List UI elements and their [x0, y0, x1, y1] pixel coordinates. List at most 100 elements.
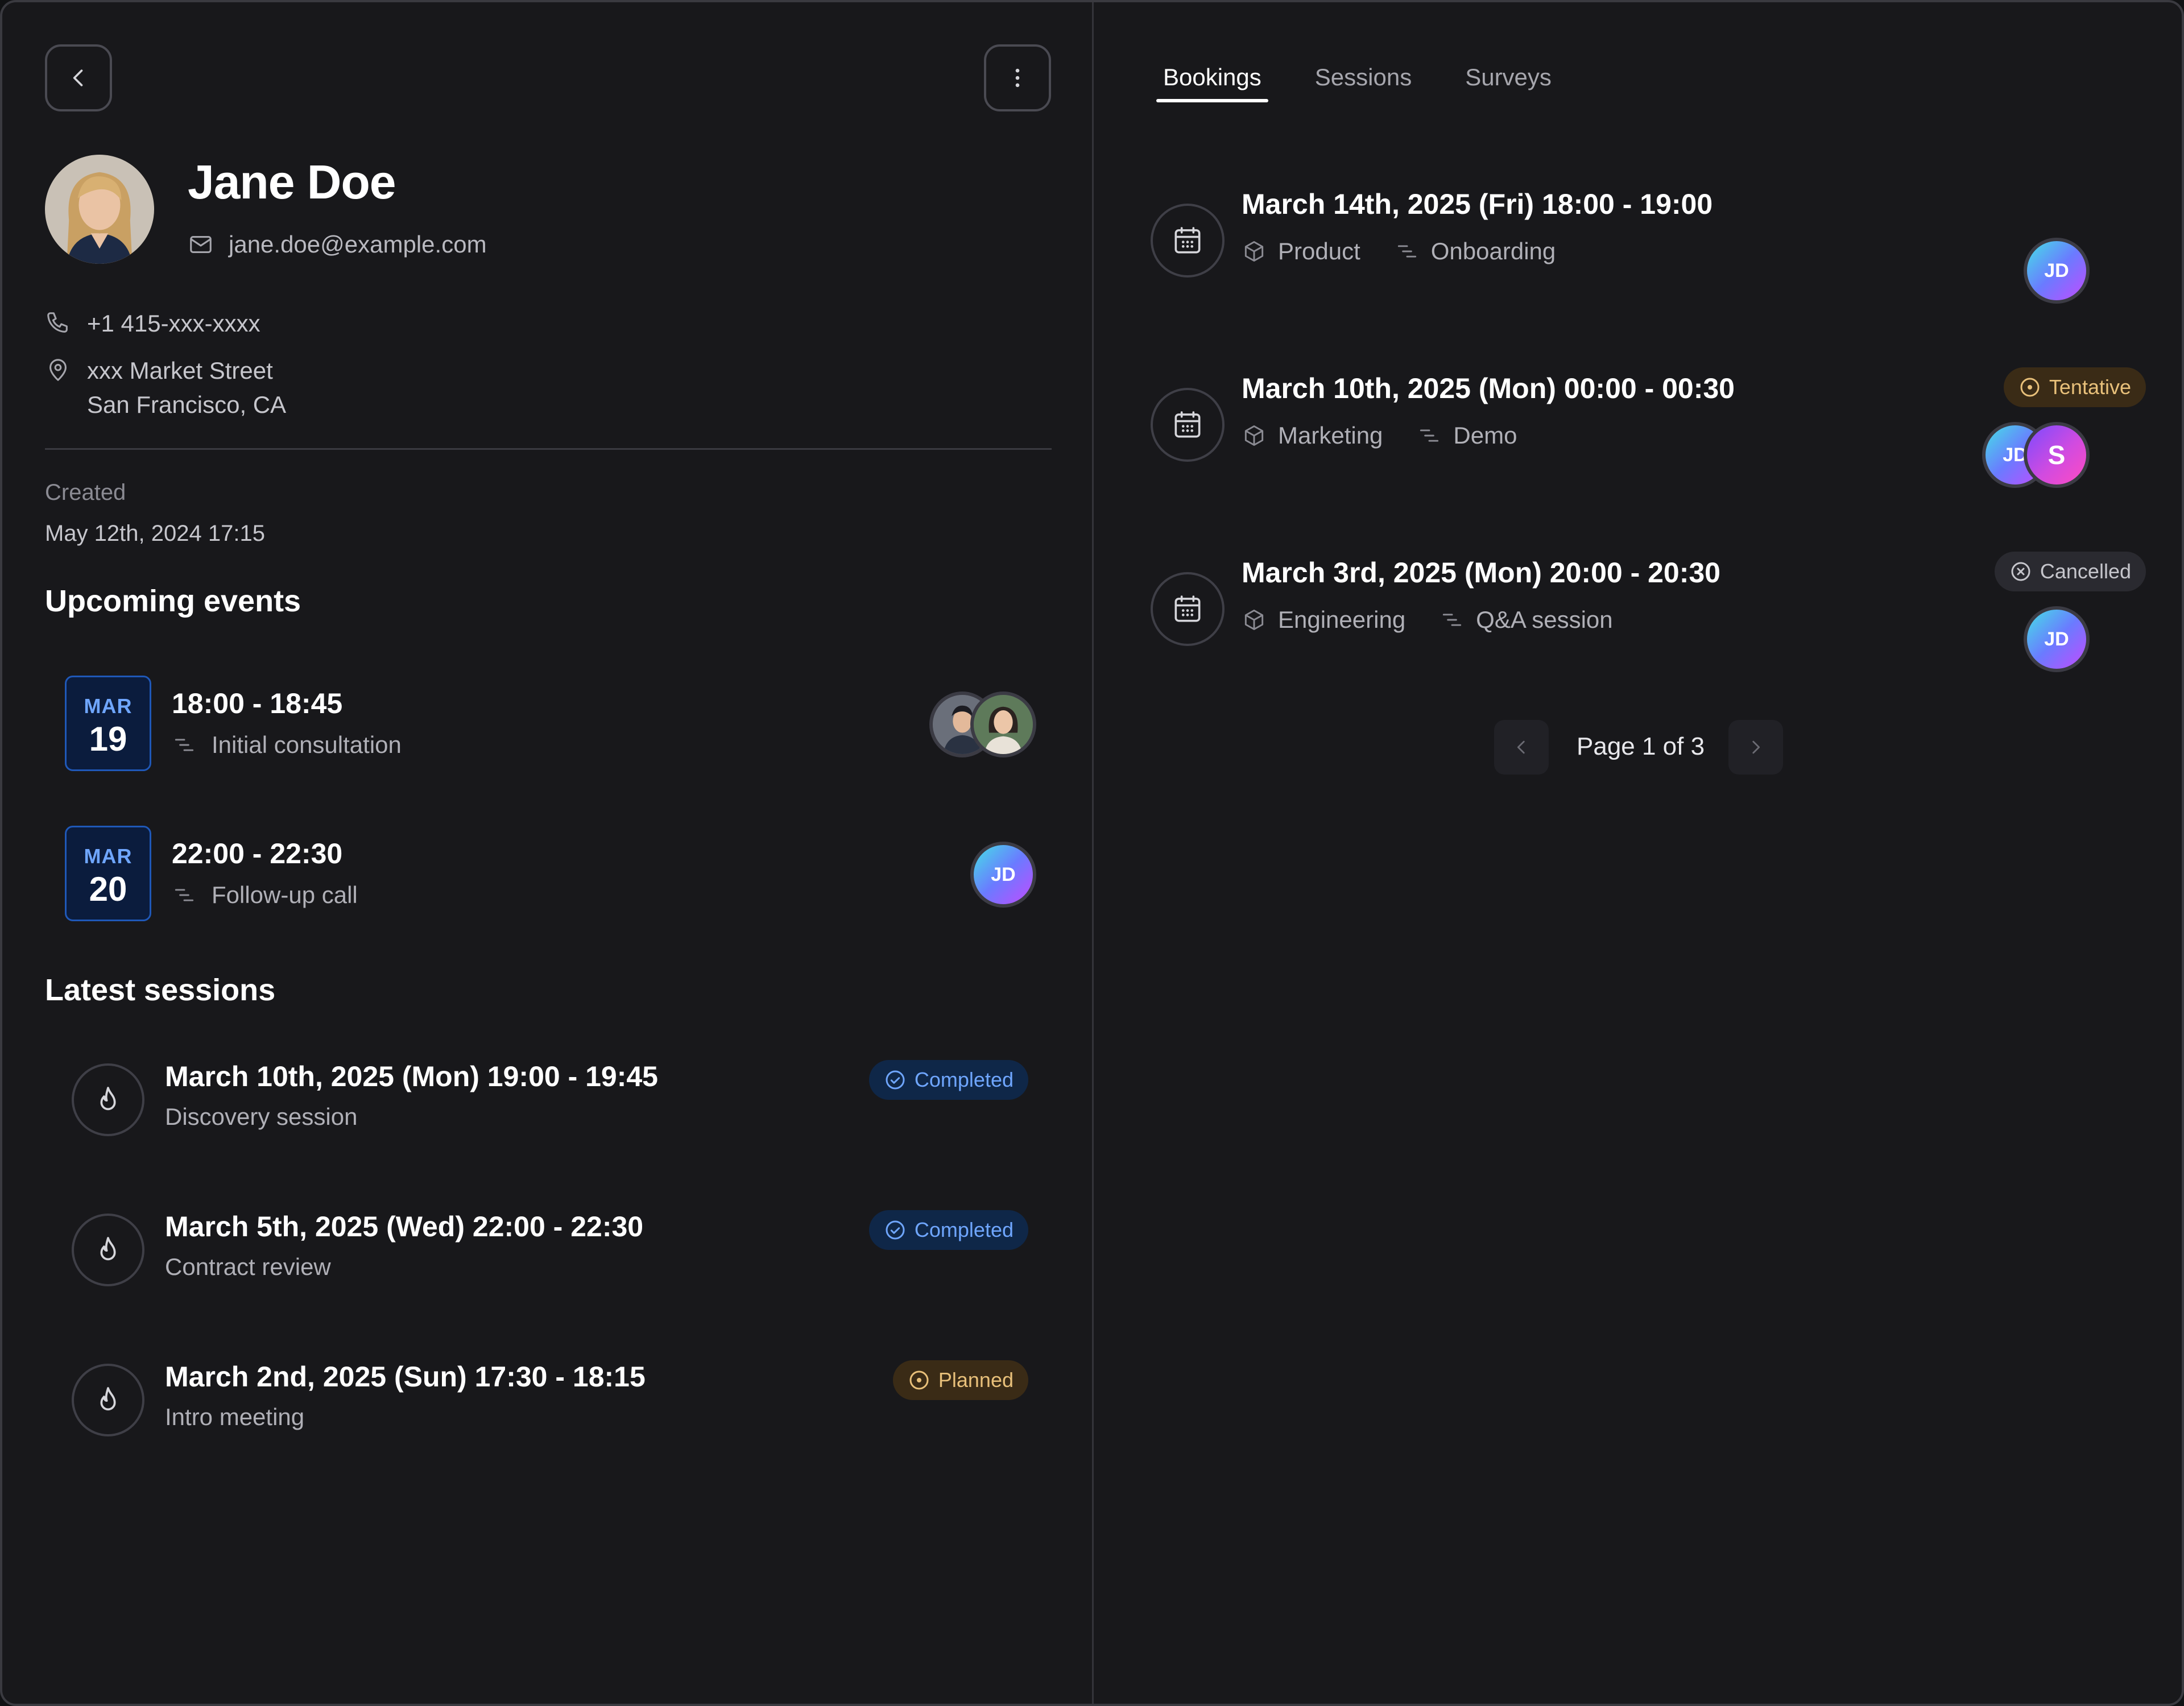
session-item[interactable]: March 5th, 2025 (Wed) 22:00 - 22:30 Cont… — [72, 1191, 1028, 1299]
booking-item[interactable]: March 10th, 2025 (Mon) 00:00 - 00:30 Mar… — [1151, 361, 2152, 488]
next-page-button[interactable] — [1728, 720, 1783, 775]
package-icon — [1244, 610, 1264, 630]
profile-name: Jane Doe — [188, 155, 396, 209]
more-options-button[interactable] — [984, 44, 1051, 111]
booking-title: March 3rd, 2025 (Mon) 20:00 - 20:30 — [1242, 557, 1720, 589]
status-text: Cancelled — [2040, 560, 2131, 583]
tab-surveys[interactable]: Surveys — [1458, 57, 1558, 102]
email-row: jane.doe@example.com — [188, 231, 487, 258]
session-description: Discovery session — [165, 1103, 358, 1130]
more-vertical-icon — [1015, 68, 1020, 88]
booking-item[interactable]: March 14th, 2025 (Fri) 18:00 - 19:00 Pro… — [1151, 176, 2152, 304]
address-line-2: San Francisco, CA — [87, 391, 287, 418]
event-subtitle: Initial consultation — [172, 731, 402, 759]
session-title: March 2nd, 2025 (Sun) 17:30 - 18:15 — [165, 1361, 646, 1393]
chevron-left-icon — [1517, 740, 1525, 754]
event-day: 19 — [89, 720, 127, 758]
booking-item[interactable]: March 3rd, 2025 (Mon) 20:00 - 20:30 Engi… — [1151, 545, 2152, 672]
event-time: 22:00 - 22:30 — [172, 838, 343, 869]
upcoming-events-title: Upcoming events — [45, 584, 301, 618]
phone-text[interactable]: +1 415-xxx-xxxx — [87, 307, 260, 341]
tab-sessions[interactable]: Sessions — [1308, 57, 1418, 102]
activity-panel: Bookings Sessions Surveys March 14th, 20… — [1094, 2, 2182, 1704]
mail-icon — [190, 236, 212, 253]
status-badge: Completed — [868, 1210, 1028, 1250]
profile-panel: Jane Doe jane.doe@example.com +1 415-xxx… — [2, 2, 1093, 1704]
booking-icon-circle — [1151, 572, 1225, 646]
booking-meta: Marketing Demo — [1242, 422, 1517, 449]
dot-circle-icon — [2020, 378, 2040, 397]
event-time: 18:00 - 18:45 — [172, 688, 343, 719]
package-icon — [1244, 241, 1264, 262]
tab-bar: Bookings Sessions Surveys — [1156, 57, 1598, 102]
booking-team: Marketing — [1278, 422, 1383, 449]
event-name: Initial consultation — [212, 731, 402, 758]
calendar-icon — [1174, 595, 1201, 622]
back-button[interactable] — [45, 44, 112, 111]
attendee-avatar[interactable]: JD — [970, 842, 1036, 908]
session-item[interactable]: March 10th, 2025 (Mon) 19:00 - 19:45 Dis… — [72, 1041, 1028, 1149]
pagination: Page 1 of 3 — [1494, 720, 1783, 776]
list-icon — [175, 739, 194, 751]
booking-type: Onboarding — [1430, 238, 1556, 264]
status-text: Completed — [914, 1068, 1014, 1091]
address-line-1: xxx Market Street — [87, 357, 273, 384]
session-icon-circle — [72, 1364, 144, 1436]
page-indicator: Page 1 of 3 — [1577, 732, 1705, 760]
flame-icon — [100, 1387, 116, 1411]
session-title: March 5th, 2025 (Wed) 22:00 - 22:30 — [165, 1211, 644, 1243]
status-badge: Tentative — [2003, 367, 2146, 407]
event-subtitle: Follow-up call — [172, 881, 358, 909]
address-row: xxx Market Street San Francisco, CA — [45, 354, 286, 422]
session-description: Contract review — [165, 1253, 331, 1280]
dot-circle-icon — [909, 1370, 929, 1390]
status-text: Tentative — [2049, 375, 2131, 399]
check-circle-icon — [886, 1070, 905, 1090]
list-icon — [1420, 429, 1439, 442]
phone-icon — [47, 312, 68, 333]
attendee-avatar[interactable] — [970, 691, 1036, 757]
previous-page-button[interactable] — [1494, 720, 1549, 775]
section-divider — [45, 448, 1052, 450]
flame-icon — [100, 1087, 116, 1111]
latest-sessions-title: Latest sessions — [45, 973, 276, 1007]
session-icon-circle — [72, 1214, 144, 1286]
tab-bookings[interactable]: Bookings — [1156, 57, 1268, 102]
email-text[interactable]: jane.doe@example.com — [229, 231, 487, 258]
event-month: MAR — [84, 844, 133, 868]
flame-icon — [100, 1237, 116, 1261]
status-text: Completed — [914, 1218, 1014, 1241]
event-name: Follow-up call — [212, 881, 358, 908]
calendar-icon — [1174, 227, 1201, 254]
list-icon — [175, 889, 194, 901]
created-label: Created — [45, 480, 126, 505]
upcoming-event-item[interactable]: MAR 19 18:00 - 18:45 Initial consultatio… — [65, 676, 1043, 772]
booking-meta: Product Onboarding — [1242, 238, 1556, 265]
attendee-avatar[interactable]: S — [2024, 422, 2090, 488]
booking-title: March 10th, 2025 (Mon) 00:00 - 00:30 — [1242, 372, 1735, 404]
profile-avatar — [45, 155, 154, 264]
status-text: Planned — [938, 1368, 1014, 1392]
status-badge: Completed — [868, 1060, 1028, 1100]
attendee-avatar[interactable]: JD — [2024, 606, 2090, 672]
booking-title: March 14th, 2025 (Fri) 18:00 - 19:00 — [1242, 188, 1713, 220]
package-icon — [1244, 425, 1264, 446]
upcoming-event-item[interactable]: MAR 20 22:00 - 22:30 Follow-up call JD — [65, 826, 1043, 922]
status-badge: Planned — [892, 1360, 1028, 1400]
chevron-right-icon — [1752, 740, 1760, 754]
event-date-badge: MAR 20 — [65, 826, 151, 921]
session-description: Intro meeting — [165, 1403, 305, 1430]
attendee-avatar[interactable]: JD — [2024, 238, 2090, 304]
booking-team: Product — [1278, 238, 1360, 264]
map-pin-icon — [49, 359, 67, 381]
booking-team: Engineering — [1278, 606, 1406, 633]
x-circle-icon — [2011, 562, 2030, 581]
session-item[interactable]: March 2nd, 2025 (Sun) 17:30 - 18:15 Intr… — [72, 1341, 1028, 1449]
created-value: May 12th, 2024 17:15 — [45, 521, 265, 546]
chevron-left-icon — [73, 69, 83, 86]
booking-icon-circle — [1151, 204, 1225, 278]
event-day: 20 — [89, 870, 127, 908]
booking-icon-circle — [1151, 388, 1225, 462]
status-badge: Cancelled — [1994, 552, 2146, 591]
list-icon — [1397, 245, 1416, 258]
